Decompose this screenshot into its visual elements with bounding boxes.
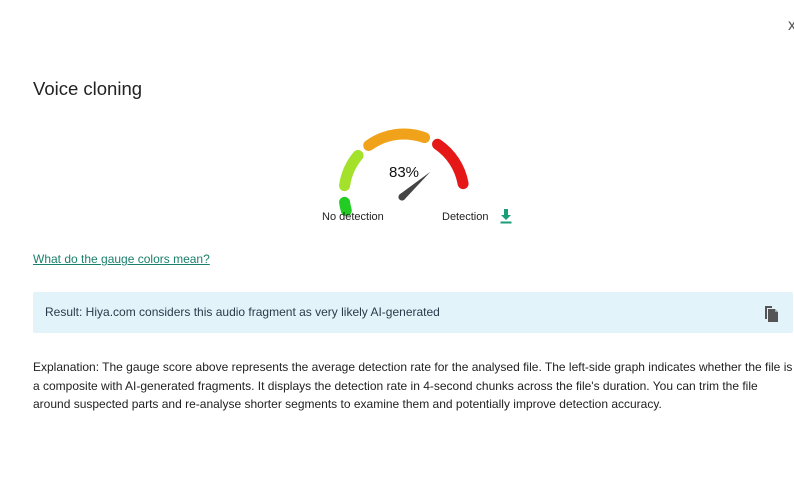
gauge-needle-pivot	[398, 193, 406, 201]
gauge-segment-red	[432, 138, 469, 190]
result-text: Result: Hiya.com considers this audio fr…	[45, 305, 440, 319]
download-icon[interactable]	[499, 208, 513, 224]
close-button[interactable]: x	[788, 18, 794, 34]
explanation-text: Explanation: The gauge score above repre…	[33, 360, 793, 411]
gauge-label-detection: Detection	[442, 211, 489, 223]
gauge-label-no-detection: No detection	[322, 211, 384, 223]
gauge-segment-orange	[363, 128, 431, 151]
detection-gauge: 83% No detection Detection	[320, 120, 512, 230]
dialog-title: Voice cloning	[33, 78, 143, 99]
gauge-segment-lime	[339, 149, 364, 192]
gauge-colors-help-link[interactable]: What do the gauge colors mean?	[33, 252, 210, 266]
gauge-segment-green	[339, 196, 352, 217]
copy-icon[interactable]	[764, 305, 780, 323]
gauge-value: 83%	[388, 164, 420, 181]
result-banner: Result: Hiya.com considers this audio fr…	[33, 292, 793, 333]
